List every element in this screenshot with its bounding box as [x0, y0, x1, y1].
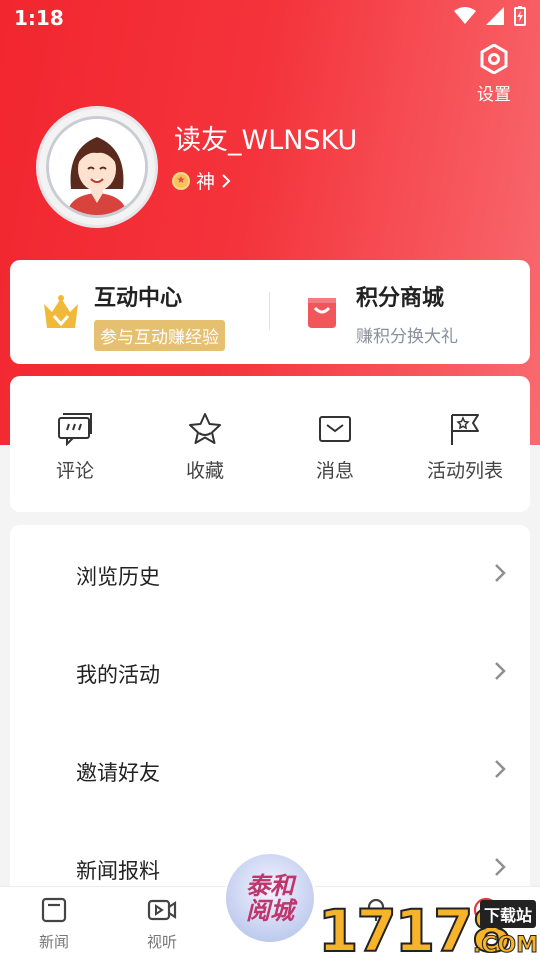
menu-item-label: 邀请好友	[76, 761, 160, 785]
menu-item-label: 我的活动	[76, 663, 160, 687]
watermark-suffix: .COM	[472, 933, 538, 959]
level-label: 神	[196, 171, 216, 193]
menu-item-label: 浏览历史	[76, 565, 160, 589]
mail-icon	[319, 416, 351, 442]
chevron-right-icon	[495, 858, 506, 876]
settings-button[interactable]: 设置	[474, 43, 514, 105]
site-watermark: 17178 下载站 .COM	[317, 896, 540, 960]
user-level[interactable]: ★ 神	[172, 167, 231, 194]
tab-news[interactable]: 新闻	[24, 897, 84, 952]
flag-icon	[451, 414, 479, 445]
status-time: 1:18	[14, 6, 64, 30]
quick-action-label: 收藏	[185, 460, 224, 482]
comment-icon	[58, 413, 92, 447]
quick-action-label: 评论	[55, 460, 94, 482]
tab-video[interactable]: 视听	[132, 897, 192, 952]
watermark-tag: 下载站	[479, 900, 536, 928]
status-bar: 1:18	[0, 0, 540, 36]
gear-icon	[480, 43, 508, 75]
quick-action-comment[interactable]: 评论	[15, 412, 135, 483]
signal-icon	[486, 7, 504, 25]
quick-action-favorites[interactable]: 收藏	[145, 412, 265, 483]
avatar-illustration	[49, 119, 145, 215]
quick-actions-card: 评论 收藏 消息 活动列表	[10, 376, 530, 512]
chevron-right-icon	[495, 760, 506, 778]
crown-icon	[44, 295, 78, 328]
quick-action-activity-list[interactable]: 活动列表	[405, 412, 525, 483]
center-logo-text: 泰和阅城	[246, 870, 294, 925]
username[interactable]: 读友_WLNSKU	[174, 118, 357, 157]
interaction-center-subtitle: 参与互动赚经验	[94, 320, 225, 351]
star-icon	[189, 413, 221, 444]
points-mall-subtitle: 赚积分换大礼	[356, 327, 458, 347]
medal-icon: ★	[172, 171, 190, 190]
points-mall-entry[interactable]: 积分商城 赚积分换大礼	[304, 280, 458, 347]
chevron-right-icon	[222, 173, 231, 188]
center-logo-button[interactable]: 泰和阅城	[224, 852, 316, 944]
shopping-bag-icon	[308, 298, 336, 328]
menu-item-my-activities[interactable]: 我的活动	[10, 623, 530, 721]
menu-item-invite-friends[interactable]: 邀请好友	[10, 721, 530, 819]
chevron-right-icon	[495, 564, 506, 582]
menu-item-browse-history[interactable]: 浏览历史	[10, 525, 530, 623]
card-divider	[269, 292, 270, 330]
top-feature-card: 互动中心 参与互动赚经验 积分商城 赚积分换大礼	[10, 260, 530, 364]
quick-action-label: 活动列表	[426, 460, 503, 482]
tab-label: 新闻	[38, 933, 69, 951]
settings-label: 设置	[477, 85, 511, 105]
news-icon	[41, 897, 67, 923]
interaction-center-title: 互动中心	[94, 286, 183, 311]
video-icon	[147, 899, 177, 921]
menu-item-label: 新闻报料	[76, 859, 160, 883]
battery-icon	[514, 6, 526, 26]
interaction-center-entry[interactable]: 互动中心 参与互动赚经验	[42, 280, 225, 351]
chevron-right-icon	[495, 662, 506, 680]
points-mall-title: 积分商城	[356, 286, 445, 311]
wifi-icon	[454, 7, 476, 24]
tab-label: 视听	[146, 933, 177, 951]
quick-action-label: 消息	[315, 460, 354, 482]
quick-action-messages[interactable]: 消息	[275, 412, 395, 483]
avatar[interactable]	[36, 106, 158, 228]
